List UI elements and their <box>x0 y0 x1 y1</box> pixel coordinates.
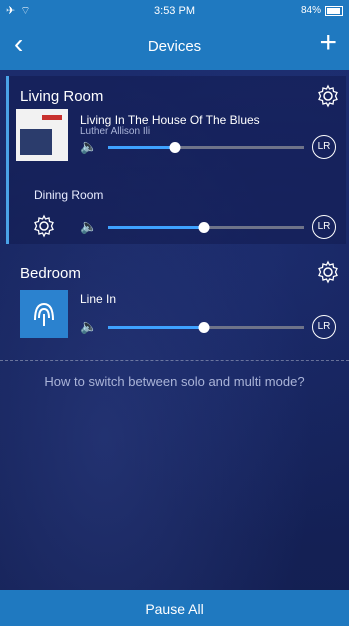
album-art-shape <box>20 129 52 155</box>
album-art[interactable] <box>16 109 68 161</box>
speaker-icon[interactable]: 🔈 <box>80 318 97 335</box>
battery-percent: 84% <box>300 5 321 16</box>
volume-slider-knob[interactable] <box>169 142 181 153</box>
volume-slider-knob[interactable] <box>198 222 210 233</box>
bedroom-title: Bedroom <box>20 265 81 282</box>
battery-icon <box>325 5 343 16</box>
nav-bar: ‹ Devices + <box>0 22 349 70</box>
help-link[interactable]: How to switch between solo and multi mod… <box>0 374 349 389</box>
track-title[interactable]: Living In The House Of The Blues <box>80 113 260 127</box>
gear-icon[interactable] <box>316 260 340 284</box>
living-room-title: Living Room <box>20 88 104 105</box>
speaker-icon[interactable]: 🔈 <box>80 218 97 235</box>
line-in-icon <box>34 302 54 326</box>
volume-slider-knob[interactable] <box>198 322 210 333</box>
volume-slider[interactable] <box>108 222 304 233</box>
line-in-tile[interactable] <box>20 290 68 338</box>
input-label: Line In <box>80 292 117 306</box>
volume-slider-fill <box>108 326 205 329</box>
pause-all-label: Pause All <box>145 601 204 617</box>
page-title: Devices <box>147 38 202 55</box>
lr-channel-button[interactable]: LR <box>312 315 336 339</box>
gear-icon[interactable] <box>316 84 340 108</box>
divider <box>0 360 349 361</box>
status-time: 3:53 PM <box>154 5 195 17</box>
gear-icon[interactable] <box>32 214 56 238</box>
lr-channel-button[interactable]: LR <box>312 135 336 159</box>
track-artist: Luther Allison Ili <box>80 126 151 137</box>
pause-all-button[interactable]: Pause All <box>0 590 349 626</box>
volume-slider-fill <box>108 146 175 149</box>
add-icon[interactable]: + <box>319 28 337 58</box>
status-right: 84% <box>301 5 343 16</box>
volume-slider-fill <box>108 226 205 229</box>
lr-channel-button[interactable]: LR <box>312 215 336 239</box>
dining-room-title: Dining Room <box>34 188 104 202</box>
speaker-icon[interactable]: 🔈 <box>80 138 97 155</box>
volume-slider[interactable] <box>108 142 304 153</box>
status-bar: ✈ ⌔ 3:53 PM 84% <box>0 0 349 22</box>
volume-slider[interactable] <box>108 322 304 333</box>
album-art-stripe <box>42 115 62 120</box>
